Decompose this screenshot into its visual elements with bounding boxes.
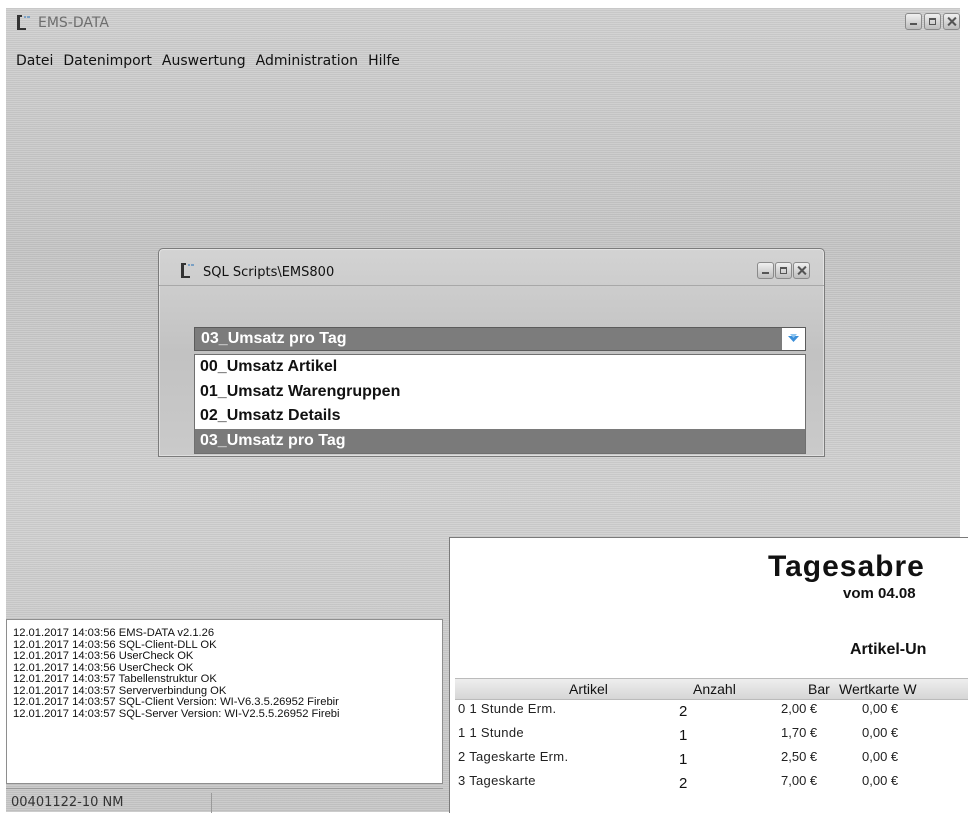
dialog-close-icon[interactable] [793, 262, 810, 279]
dropdown-option[interactable]: 02_Umsatz Details [195, 404, 805, 429]
table-row: 0 1 Stunde Erm. 2 2,00 € 0,00 € [455, 698, 968, 722]
title-bar: EMS-DATA [6, 8, 960, 38]
cell-artikel: 3 Tageskarte [458, 773, 536, 788]
app-icon [17, 15, 30, 30]
dropdown-option[interactable]: 01_Umsatz Warengruppen [195, 380, 805, 405]
table-row: 1 1 Stunde 1 1,70 € 0,00 € [455, 722, 968, 746]
dropdown-option[interactable]: 00_Umsatz Artikel [195, 355, 805, 380]
chevron-down-icon [788, 334, 799, 342]
log-line: 12.01.2017 14:03:57 SQL-Server Version: … [13, 707, 340, 720]
cell-artikel: 0 1 Stunde Erm. [458, 701, 557, 716]
dropdown-arrow-button[interactable] [782, 328, 805, 350]
cell-anzahl: 1 [679, 727, 688, 744]
report-table-header: Artikel Anzahl Bar Wertkarte W [455, 678, 968, 700]
cell-bar: 7,00 € [781, 773, 818, 788]
log-line: 12.01.2017 14:03:56 UserCheck OK [13, 650, 194, 662]
sql-scripts-dialog: SQL Scripts\EMS800 03_Umsatz pro Tag 00_… [158, 248, 825, 457]
window-controls [905, 13, 960, 30]
menu-administration[interactable]: Administration [251, 51, 363, 71]
cell-bar: 2,50 € [781, 749, 818, 764]
dialog-title-bar: SQL Scripts\EMS800 [159, 249, 824, 286]
minimize-icon[interactable] [905, 13, 922, 30]
cell-artikel: 1 1 Stunde [458, 725, 524, 740]
close-icon[interactable] [943, 13, 960, 30]
status-bar: 00401122-10 NM [6, 788, 443, 813]
cell-wertkarte: 0,00 € [862, 701, 899, 716]
dialog-app-icon [181, 263, 194, 278]
header-artikel: Artikel [569, 681, 608, 697]
menu-datei[interactable]: Datei [6, 51, 58, 71]
report-preview: Tagesabre vom 04.08 Artikel-Un Artikel A… [449, 537, 968, 813]
script-select-value: 03_Umsatz pro Tag [201, 330, 347, 347]
cell-wertkarte: 0,00 € [862, 773, 899, 788]
log-panel[interactable]: 12.01.2017 14:03:56 EMS-DATA v2.1.26 12.… [6, 619, 443, 784]
menu-auswertung[interactable]: Auswertung [157, 51, 251, 71]
header-anzahl: Anzahl [693, 681, 736, 697]
dropdown-option-selected[interactable]: 03_Umsatz pro Tag [195, 428, 805, 453]
script-select[interactable]: 03_Umsatz pro Tag [194, 327, 806, 351]
cell-wertkarte: 0,00 € [862, 749, 899, 764]
log-line: 12.01.2017 14:03:57 SQL-Client Version: … [13, 696, 339, 708]
app-title: EMS-DATA [38, 15, 109, 31]
menu-bar: Datei Datenimport Auswertung Administrat… [6, 51, 405, 71]
cell-anzahl: 2 [679, 775, 688, 792]
dialog-maximize-icon[interactable] [775, 262, 792, 279]
cell-bar: 2,00 € [781, 701, 818, 716]
status-code: 00401122-10 NM [6, 793, 212, 813]
log-line: 12.01.2017 14:03:57 Tabellenstruktur OK [13, 673, 217, 685]
table-row: 3 Tageskarte 2 7,00 € 0,00 € [455, 770, 968, 794]
dialog-window-controls [757, 262, 810, 279]
cell-wertkarte: 0,00 € [862, 725, 899, 740]
log-lines: 12.01.2017 14:03:56 EMS-DATA v2.1.26 12.… [7, 620, 442, 720]
report-section-title: Artikel-Un [850, 641, 927, 658]
header-bar: Bar [808, 681, 830, 697]
log-line: 12.01.2017 14:03:56 EMS-DATA v2.1.26 [13, 627, 215, 639]
script-dropdown-list: 00_Umsatz Artikel 01_Umsatz Warengruppen… [194, 354, 806, 454]
cell-anzahl: 1 [679, 751, 688, 768]
cell-anzahl: 2 [679, 703, 688, 720]
cell-artikel: 2 Tageskarte Erm. [458, 749, 569, 764]
report-title: Tagesabre [768, 550, 925, 583]
menu-hilfe[interactable]: Hilfe [363, 51, 405, 71]
cell-bar: 1,70 € [781, 725, 818, 740]
maximize-icon[interactable] [924, 13, 941, 30]
header-wertkarte: Wertkarte W [839, 681, 917, 697]
dialog-title: SQL Scripts\EMS800 [203, 265, 335, 280]
menu-datenimport[interactable]: Datenimport [58, 51, 157, 71]
dialog-minimize-icon[interactable] [757, 262, 774, 279]
table-row: 2 Tageskarte Erm. 1 2,50 € 0,00 € [455, 746, 968, 770]
report-subtitle: vom 04.08 [843, 585, 916, 602]
